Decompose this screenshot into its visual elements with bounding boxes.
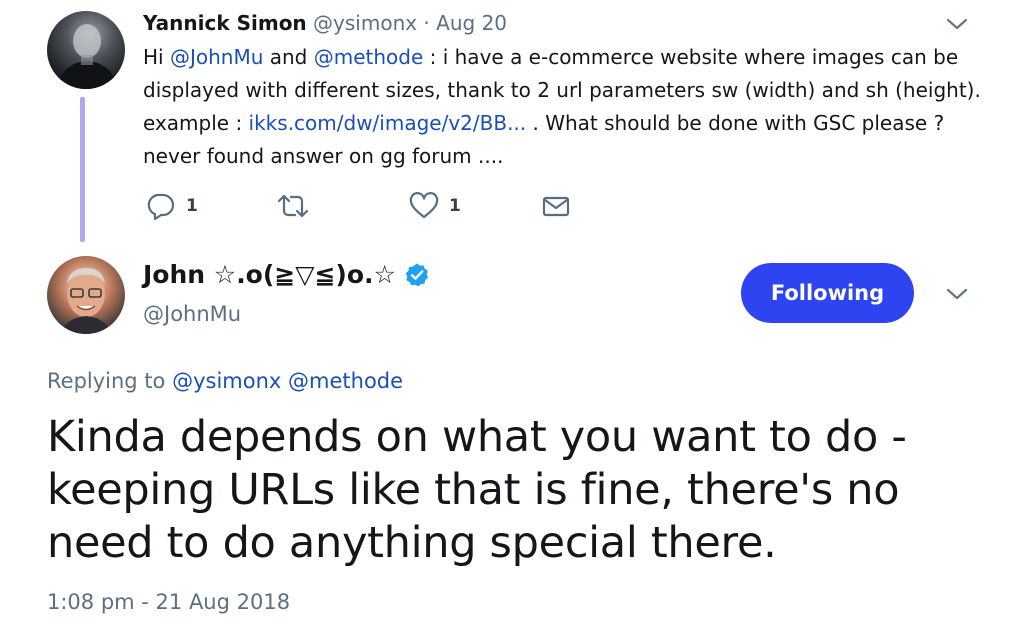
johnmu-avatar[interactable] [47,256,125,334]
avatar-photo [57,24,117,89]
replying-to-line: Replying to @ysimonx @methode [47,367,403,395]
chevron-down-icon[interactable] [944,14,970,34]
chevron-down-icon[interactable] [944,284,970,304]
parent-tweet-header: Yannick Simon @ysimonx · Aug 20 [143,10,507,36]
thread-connector-line [80,97,85,242]
parent-tweet[interactable]: Yannick Simon @ysimonx · Aug 20 Hi @John… [0,0,1025,248]
heart-icon [409,192,439,219]
text-segment: Hi [143,45,170,69]
mention-johnmu[interactable]: @JohnMu [170,45,263,69]
yannick-avatar[interactable] [47,11,125,89]
main-author-handle[interactable]: @JohnMu [143,300,241,328]
author-name[interactable]: Yannick Simon [143,11,307,35]
separator-dot: · [417,11,437,35]
author-handle[interactable]: @ysimonx [313,11,417,35]
author-display-name[interactable]: John ☆.o(≧▽≦)o.☆ [143,258,396,292]
tweet-date[interactable]: Aug 20 [436,11,507,35]
retweet-icon [277,194,309,218]
replying-to-methode[interactable]: @methode [288,369,403,393]
following-button[interactable]: Following [741,263,914,323]
like-count: 1 [449,196,461,216]
retweet-button[interactable] [276,190,310,222]
verified-badge-icon [405,263,428,287]
main-author-name[interactable]: John ☆.o(≧▽≦)o.☆ [143,258,430,292]
reply-button[interactable]: 1 [146,190,198,222]
tweet-actions: 1 1 [143,190,583,222]
replying-to-ysimonx[interactable]: @ysimonx [172,369,281,393]
tweet-timestamp[interactable]: 1:08 pm - 21 Aug 2018 [47,588,290,616]
direct-message-button[interactable] [541,190,571,222]
mention-methode[interactable]: @methode [314,45,424,69]
replying-to-label: Replying to [47,369,166,393]
main-tweet-text: Kinda depends on what you want to do - k… [47,412,907,568]
text-segment: and [263,45,314,69]
envelope-icon [542,196,570,217]
avatar-photo [61,268,111,334]
like-button[interactable]: 1 [409,190,461,222]
reply-icon [147,193,175,220]
parent-tweet-text: Hi @JohnMu and @methode : i have a e-com… [143,41,993,173]
example-url-link[interactable]: ikks.com/dw/image/v2/BB... [249,111,527,135]
reply-count: 1 [186,196,198,216]
